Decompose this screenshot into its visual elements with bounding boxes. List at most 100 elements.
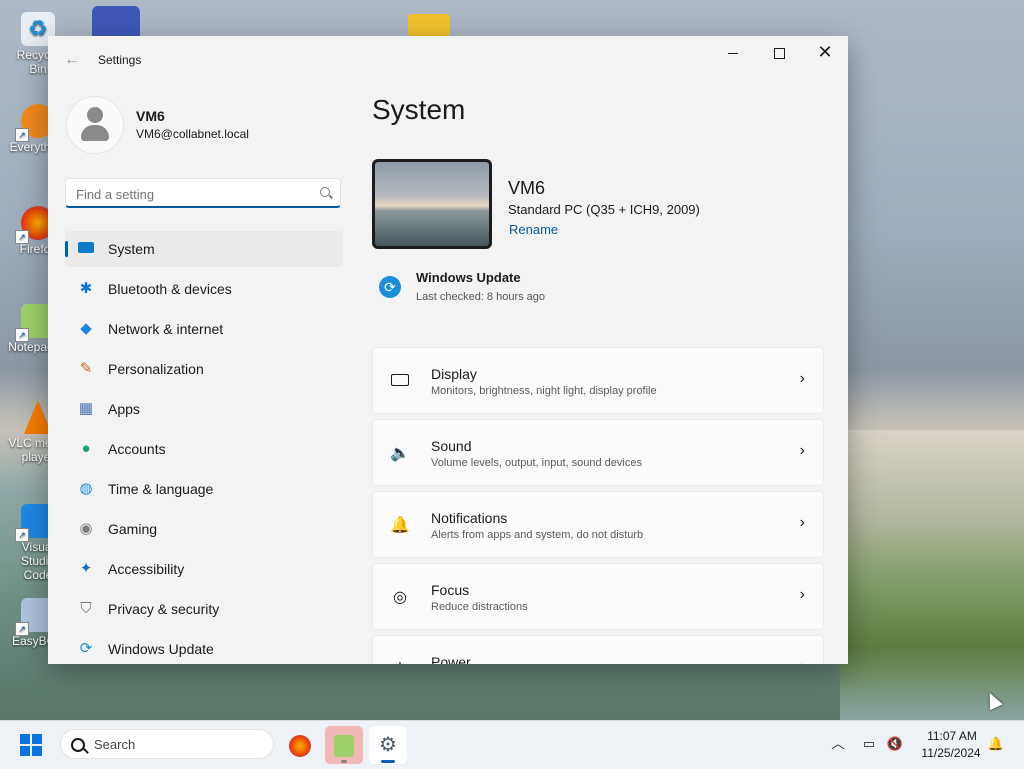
speaker-icon: 🔈 — [390, 445, 410, 462]
notification-bell-icon[interactable]: 🔔 — [987, 735, 1005, 753]
shortcut-arrow-icon: ↗ — [15, 128, 29, 142]
start-button[interactable] — [20, 734, 42, 756]
paintbrush-icon: ✎ — [79, 360, 93, 377]
power-icon: ⏻ — [389, 659, 411, 664]
sidebar-item-label: System — [108, 241, 155, 257]
focus-icon: ◎ — [393, 589, 407, 606]
sidebar-item-windows-update[interactable]: ⟳ Windows Update — [65, 631, 343, 664]
chevron-right-icon: › — [799, 514, 805, 531]
window-title: Settings — [98, 53, 142, 67]
windows-logo-pane — [32, 746, 42, 756]
settings-gear-icon: ⚙ — [379, 734, 397, 756]
search-icon[interactable] — [320, 187, 330, 197]
desktop-folder-icon[interactable] — [408, 14, 450, 36]
minimize-icon — [728, 52, 738, 54]
network-icon: ◆ — [80, 320, 92, 337]
card-subtitle: Volume levels, output, input, sound devi… — [431, 457, 642, 469]
taskbar-app-settings[interactable]: ⚙ — [369, 726, 407, 764]
sidebar-item-label: Gaming — [108, 521, 158, 537]
close-icon: ✕ — [817, 42, 833, 62]
shortcut-arrow-icon: ↗ — [15, 230, 29, 244]
windows-logo-pane — [20, 746, 30, 756]
windows-update-title[interactable]: Windows Update — [416, 270, 521, 285]
card-title: Notifications — [431, 510, 508, 526]
globe-clock-icon: ◍ — [79, 480, 93, 497]
settings-card-sound[interactable]: 🔈 Sound Volume levels, output, input, so… — [372, 419, 824, 486]
notepad-plus-plus-icon — [334, 734, 354, 757]
taskbar-search-box[interactable]: Search — [60, 729, 274, 759]
sidebar-item-accounts[interactable]: ● Accounts — [65, 431, 343, 467]
sidebar-item-bluetooth[interactable]: ✱ Bluetooth & devices — [65, 271, 343, 307]
card-subtitle: Reduce distractions — [431, 601, 528, 613]
windows-update-icon: ⟳ — [79, 640, 93, 657]
card-title: Focus — [431, 582, 470, 598]
accessibility-icon: ✦ — [79, 560, 93, 577]
taskbar: Search ⚙ ︿ ▭ 🔇 11:07 AM 11/25/2024 🔔 — [0, 720, 1024, 769]
sidebar-item-accessibility[interactable]: ✦ Accessibility — [65, 551, 343, 587]
windows-logo-pane — [20, 734, 30, 744]
sidebar-item-label: Accounts — [108, 441, 166, 457]
rename-link[interactable]: Rename — [509, 222, 558, 237]
settings-window: ← Settings ✕ VM6 VM6@collabnet.local Sys… — [48, 36, 848, 664]
avatar[interactable] — [66, 96, 124, 154]
card-subtitle: Alerts from apps and system, do not dist… — [431, 529, 644, 541]
taskbar-app-notepad-plus-plus[interactable] — [325, 726, 363, 764]
clock-date[interactable]: 11/25/2024 — [916, 746, 986, 760]
search-input[interactable] — [74, 183, 308, 205]
maximize-icon — [773, 47, 785, 59]
desktop-icon-partial-app[interactable] — [92, 6, 140, 36]
minimize-button[interactable] — [710, 36, 756, 68]
sidebar-item-gaming[interactable]: ◉ Gaming — [65, 511, 343, 547]
chevron-right-icon: › — [800, 658, 805, 664]
title-bar[interactable]: ← Settings ✕ — [48, 36, 848, 84]
card-title: Sound — [431, 438, 472, 454]
maximize-button[interactable] — [756, 36, 802, 68]
desktop-wallpaper-landscape — [840, 430, 1024, 720]
settings-card-display[interactable]: Display Monitors, brightness, night ligh… — [372, 347, 824, 414]
windows-logo-pane — [32, 734, 42, 744]
chevron-right-icon: › — [799, 586, 805, 603]
settings-card-power[interactable]: ⏻ Power › — [372, 635, 824, 664]
card-title: Power — [431, 654, 471, 664]
chevron-up-icon[interactable]: ︿ — [829, 735, 847, 753]
card-subtitle: Monitors, brightness, night light, displ… — [431, 385, 657, 397]
taskbar-search-label: Search — [94, 737, 136, 752]
shortcut-arrow-icon: ↗ — [15, 328, 29, 342]
network-status-icon[interactable]: ▭ — [860, 735, 878, 753]
taskbar-app-firefox[interactable] — [281, 726, 319, 764]
sidebar-item-label: Privacy & security — [108, 601, 220, 617]
windows-update-icon[interactable]: ⟳ — [379, 276, 401, 298]
settings-card-notifications[interactable]: 🔔 Notifications Alerts from apps and sys… — [372, 491, 824, 558]
back-arrow-icon[interactable]: ← — [62, 50, 82, 70]
search-icon — [71, 738, 85, 752]
sidebar-item-label: Network & internet — [108, 321, 224, 337]
settings-search-box[interactable] — [65, 178, 341, 208]
chevron-right-icon: › — [799, 370, 805, 387]
sidebar-item-label: Apps — [108, 401, 140, 417]
apps-icon: ▦ — [78, 400, 94, 417]
sidebar-item-time-language[interactable]: ◍ Time & language — [65, 471, 343, 507]
display-icon — [389, 371, 411, 393]
system-icon — [77, 240, 95, 258]
avatar-body — [81, 125, 109, 141]
close-button[interactable]: ✕ — [802, 36, 848, 68]
card-title: Display — [431, 366, 477, 382]
shield-icon: ⛉ — [80, 600, 92, 617]
sidebar-item-network[interactable]: ◆ Network & internet — [65, 311, 343, 347]
volume-muted-icon[interactable]: 🔇 — [886, 735, 904, 753]
sidebar-item-privacy-security[interactable]: ⛉ Privacy & security — [65, 591, 343, 627]
avatar-head — [87, 107, 103, 123]
settings-card-focus[interactable]: ◎ Focus Reduce distractions › — [372, 563, 824, 630]
bluetooth-icon: ✱ — [79, 280, 93, 297]
sidebar-item-system[interactable]: System — [65, 231, 343, 267]
sidebar-item-apps[interactable]: ▦ Apps — [65, 391, 343, 427]
sidebar-item-label: Personalization — [108, 361, 204, 377]
sidebar-item-personalization[interactable]: ✎ Personalization — [65, 351, 343, 387]
clock-time[interactable]: 11:07 AM — [922, 729, 982, 743]
chevron-right-icon: › — [799, 442, 805, 459]
sidebar-item-label: Bluetooth & devices — [108, 281, 232, 297]
gamepad-icon: ◉ — [79, 520, 93, 537]
sidebar-item-label: Accessibility — [108, 561, 185, 577]
bell-icon: 🔔 — [390, 517, 410, 534]
windows-update-status: Last checked: 8 hours ago — [416, 291, 546, 303]
